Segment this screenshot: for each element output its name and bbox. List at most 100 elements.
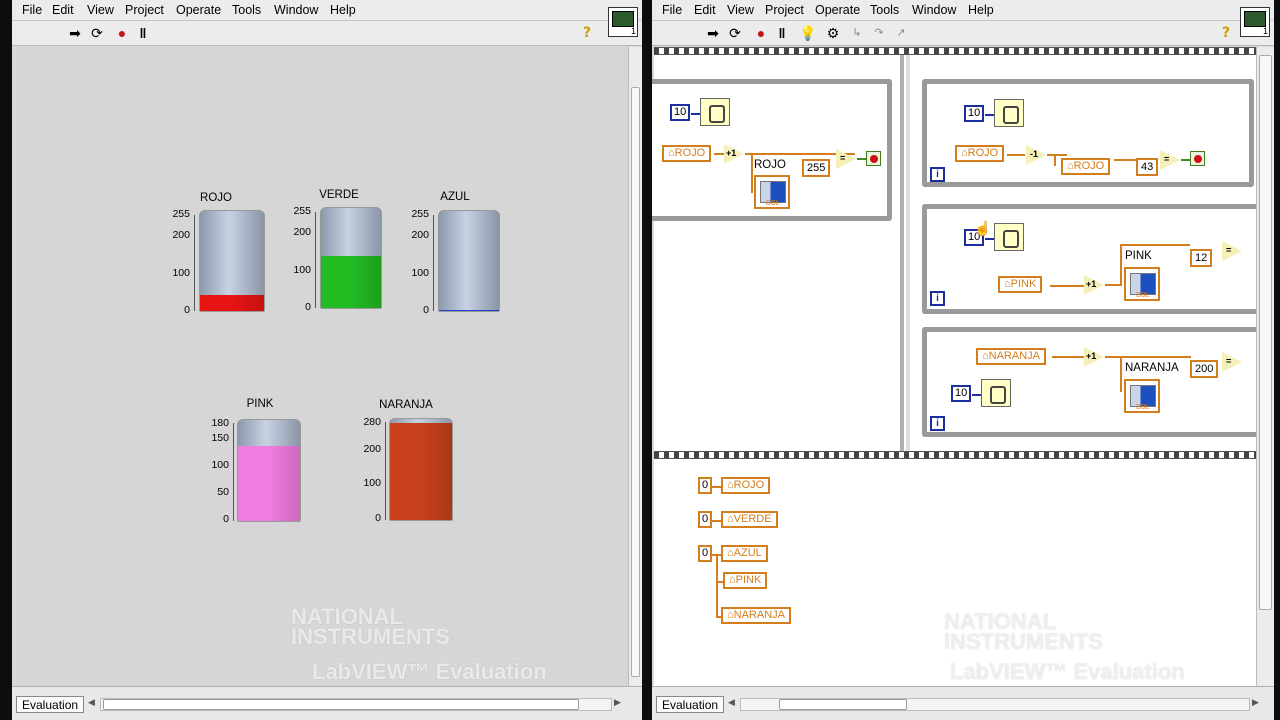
menu-tools[interactable]: Tools <box>870 3 899 17</box>
context-help-icon[interactable]: ? <box>578 25 596 42</box>
vertical-scrollbar[interactable] <box>628 47 642 686</box>
tank-naranja[interactable] <box>389 418 453 521</box>
local-variable-rojo[interactable]: ⌂ROJO <box>662 145 712 162</box>
abort-icon[interactable]: ● <box>113 25 131 42</box>
numeric-constant[interactable]: 12 <box>1190 249 1213 267</box>
local-variable-naranja-init[interactable]: ⌂NARANJA <box>721 607 791 624</box>
watermark-brand: NATIONAL INSTRUMENTS <box>944 609 1103 654</box>
context-help-icon[interactable]: ? <box>1217 25 1235 42</box>
scroll-right-icon[interactable]: ▶ <box>614 697 621 708</box>
step-out-icon[interactable]: ↗ <box>892 25 910 42</box>
local-variable-rojo-write[interactable]: ⌂ROJO <box>1061 158 1111 175</box>
evaluation-tab[interactable]: Evaluation <box>16 696 85 713</box>
wire <box>1047 154 1067 156</box>
front-panel-window: File Edit View Project Operate Tools Win… <box>12 0 642 720</box>
vertical-scroll-thumb[interactable] <box>631 87 640 677</box>
stop-condition-icon[interactable] <box>866 151 881 166</box>
local-variable-azul-init[interactable]: ⌂AZUL <box>721 545 768 562</box>
wait-ms-icon[interactable] <box>981 379 1011 407</box>
horizontal-scrollbar[interactable] <box>100 698 612 711</box>
abort-icon[interactable]: ● <box>752 25 770 42</box>
tank-indicator-naranja[interactable] <box>1124 379 1160 413</box>
zero-constant[interactable]: 0 <box>698 511 713 528</box>
equal-comparison-icon[interactable]: = <box>1221 240 1243 262</box>
menu-operate[interactable]: Operate <box>815 3 860 17</box>
wire <box>1105 356 1191 358</box>
scroll-left-icon[interactable]: ◀ <box>728 697 735 708</box>
menu-project[interactable]: Project <box>765 3 804 17</box>
horizontal-scrollbar[interactable] <box>740 698 1250 711</box>
run-arrow-icon[interactable]: ➡ <box>66 25 84 42</box>
numeric-constant[interactable]: 255 <box>802 159 831 177</box>
numeric-constant[interactable]: 43 <box>1136 158 1159 176</box>
menu-window[interactable]: Window <box>912 3 956 17</box>
evaluation-tab[interactable]: Evaluation <box>656 696 725 713</box>
menu-edit[interactable]: Edit <box>694 3 716 17</box>
horizontal-scroll-thumb[interactable] <box>103 699 579 710</box>
retain-wire-values-icon[interactable]: ⚙ <box>824 25 842 42</box>
tank-indicator-rojo[interactable] <box>754 175 790 209</box>
menu-operate[interactable]: Operate <box>176 3 221 17</box>
menu-file[interactable]: File <box>662 3 682 17</box>
run-continuously-icon[interactable]: ⟳ <box>88 25 106 42</box>
menu-view[interactable]: View <box>87 3 114 17</box>
vi-icon[interactable] <box>608 7 638 37</box>
menu-bar: File Edit View Project Operate Tools Win… <box>12 0 642 21</box>
scroll-left-icon[interactable]: ◀ <box>88 697 95 708</box>
wait-ms-icon[interactable] <box>994 99 1024 127</box>
menu-edit[interactable]: Edit <box>52 3 74 17</box>
tick-label: 0 <box>423 304 429 316</box>
tank-rojo[interactable] <box>199 210 265 312</box>
ni-watermark-logo: NATIONAL INSTRUMENTS <box>944 609 1184 654</box>
equal-comparison-icon[interactable]: = <box>835 148 857 170</box>
menu-view[interactable]: View <box>727 3 754 17</box>
timer-constant[interactable]: 10 <box>951 385 972 402</box>
vertical-scroll-thumb[interactable] <box>1259 55 1272 610</box>
wire <box>1120 244 1190 246</box>
numeric-constant[interactable]: 200 <box>1190 360 1219 378</box>
operator-label: = <box>1226 245 1232 255</box>
step-into-icon[interactable]: ↳ <box>848 25 866 42</box>
local-variable-verde-init[interactable]: ⌂VERDE <box>721 511 778 528</box>
timer-constant[interactable]: 10 <box>670 104 691 121</box>
menu-help[interactable]: Help <box>968 3 994 17</box>
timer-constant[interactable]: 10 <box>964 105 985 122</box>
zero-constant[interactable]: 0 <box>698 545 713 562</box>
local-variable-rojo[interactable]: ⌂ROJO <box>955 145 1005 162</box>
pause-icon[interactable]: ‖ <box>134 25 152 42</box>
wait-ms-icon[interactable] <box>994 223 1024 251</box>
menu-window[interactable]: Window <box>274 3 318 17</box>
step-over-icon[interactable]: ↷ <box>870 25 888 42</box>
local-variable-pink-init[interactable]: ⌂PINK <box>723 572 768 589</box>
equal-comparison-icon[interactable]: = <box>1159 149 1181 171</box>
local-variable-pink[interactable]: ⌂PINK <box>998 276 1043 293</box>
increment-icon[interactable]: +1 <box>1083 346 1105 368</box>
highlight-execution-icon[interactable]: 💡 <box>799 25 817 42</box>
scroll-right-icon[interactable]: ▶ <box>1252 697 1259 708</box>
pause-icon[interactable]: ‖ <box>773 25 791 42</box>
local-variable-rojo-init[interactable]: ⌂ROJO <box>721 477 771 494</box>
tank-pink[interactable] <box>237 419 301 522</box>
stop-condition-icon[interactable] <box>1190 151 1205 166</box>
increment-icon[interactable]: +1 <box>723 143 745 165</box>
tank-indicator-pink[interactable] <box>1124 267 1160 301</box>
horizontal-scroll-thumb[interactable] <box>779 699 907 710</box>
menu-file[interactable]: File <box>22 3 42 17</box>
vertical-scrollbar[interactable] <box>1256 47 1274 686</box>
local-variable-naranja[interactable]: ⌂NARANJA <box>976 348 1046 365</box>
tank-verde[interactable] <box>320 207 382 309</box>
while-loop-naranja[interactable] <box>922 327 1262 437</box>
equal-comparison-icon[interactable]: = <box>1221 351 1243 373</box>
increment-icon[interactable]: +1 <box>1083 274 1105 296</box>
wire <box>751 153 753 193</box>
menu-project[interactable]: Project <box>125 3 164 17</box>
menu-help[interactable]: Help <box>330 3 356 17</box>
tank-azul[interactable] <box>438 210 500 312</box>
menu-tools[interactable]: Tools <box>232 3 261 17</box>
run-arrow-icon[interactable]: ➡ <box>704 25 722 42</box>
decrement-icon[interactable]: -1 <box>1025 144 1047 166</box>
wait-ms-icon[interactable] <box>700 98 730 126</box>
vi-icon[interactable] <box>1240 7 1270 37</box>
zero-constant[interactable]: 0 <box>698 477 713 494</box>
run-continuously-icon[interactable]: ⟳ <box>726 25 744 42</box>
